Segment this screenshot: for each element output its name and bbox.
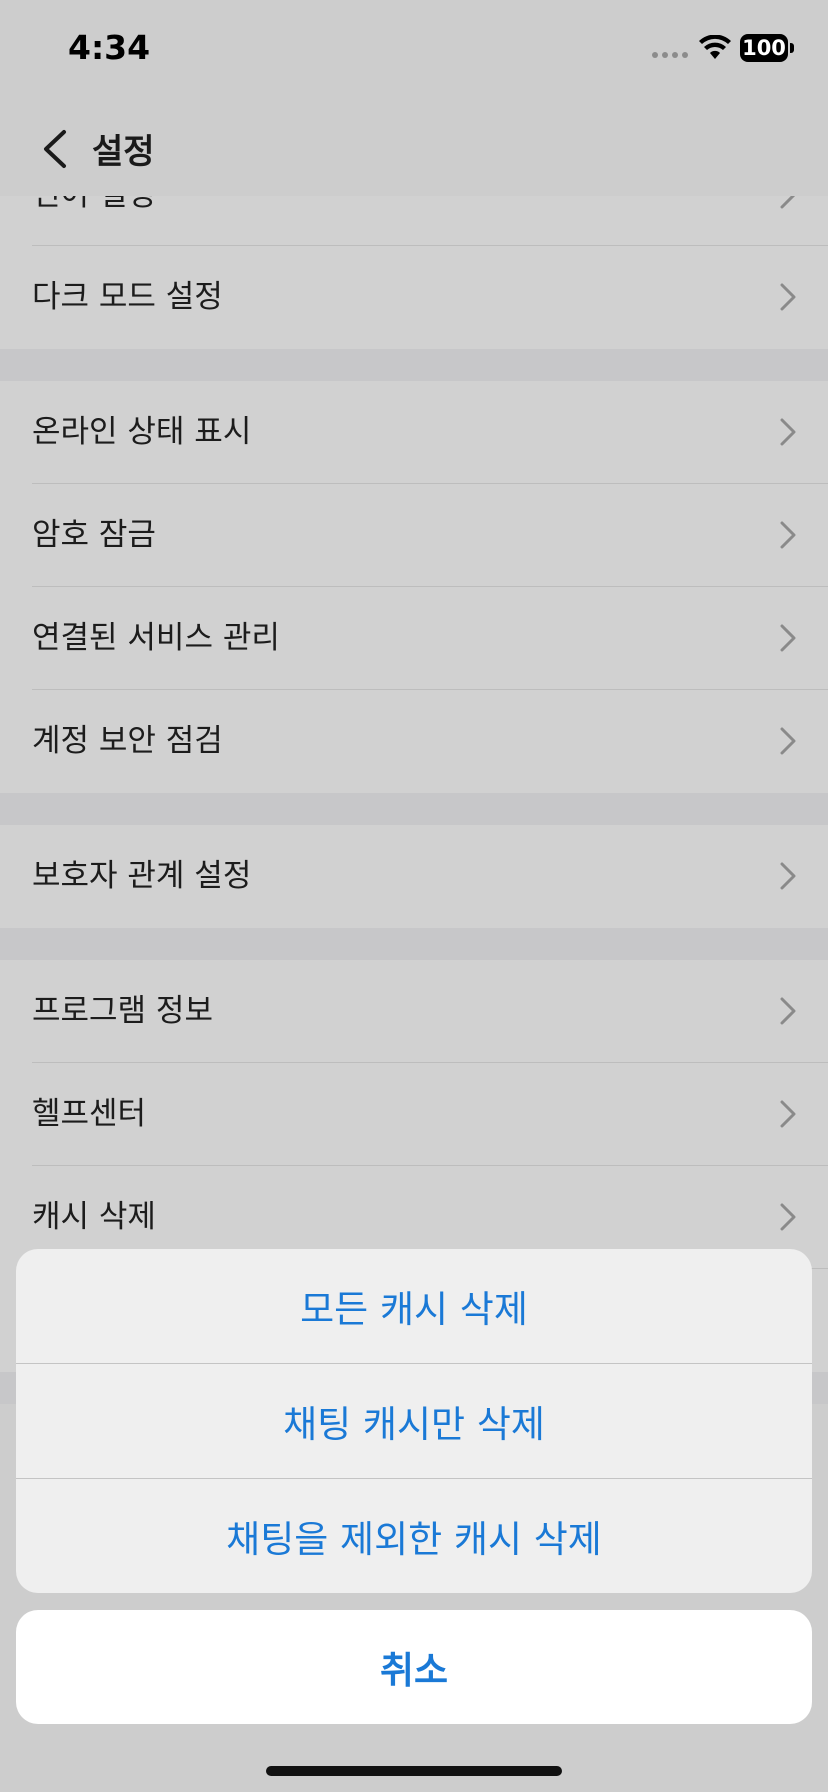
clear-all-cache-button[interactable]: 모든 캐시 삭제 xyxy=(16,1249,812,1364)
home-indicator xyxy=(266,1766,562,1776)
action-sheet: 모든 캐시 삭제 채팅 캐시만 삭제 채팅을 제외한 캐시 삭제 xyxy=(16,1249,812,1593)
cancel-button[interactable]: 취소 xyxy=(16,1610,812,1724)
clear-non-chat-cache-button[interactable]: 채팅을 제외한 캐시 삭제 xyxy=(16,1479,812,1593)
clear-chat-cache-button[interactable]: 채팅 캐시만 삭제 xyxy=(16,1364,812,1479)
